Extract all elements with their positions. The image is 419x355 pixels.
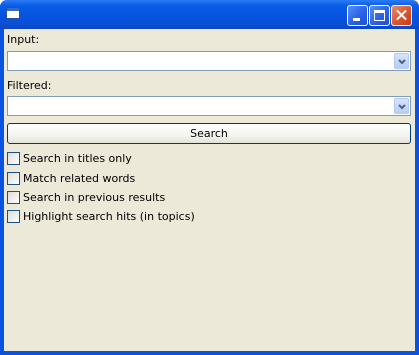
window-icon[interactable] (6, 7, 20, 19)
highlight-hits-checkbox[interactable] (7, 210, 20, 223)
filtered-combobox[interactable] (7, 96, 411, 116)
maximize-icon (374, 10, 385, 21)
close-icon (392, 6, 411, 25)
title-bar[interactable] (0, 0, 419, 29)
search-button[interactable]: Search (7, 123, 411, 144)
related-words-checkbox[interactable] (7, 172, 20, 185)
titles-only-label[interactable]: Search in titles only (23, 152, 132, 165)
chevron-down-icon (398, 104, 406, 110)
input-label: Input: (7, 33, 40, 46)
input-dropdown-button[interactable] (394, 53, 409, 69)
maximize-button[interactable] (369, 5, 390, 26)
filtered-label: Filtered: (7, 79, 52, 92)
titles-only-checkbox[interactable] (7, 152, 20, 165)
filtered-dropdown-button[interactable] (394, 98, 409, 114)
related-words-label[interactable]: Match related words (23, 172, 135, 185)
close-button[interactable] (391, 5, 412, 26)
input-combobox[interactable] (7, 51, 411, 71)
previous-results-label[interactable]: Search in previous results (23, 191, 165, 204)
highlight-hits-label[interactable]: Highlight search hits (in topics) (23, 210, 195, 223)
minimize-icon (353, 18, 360, 21)
help-search-window: Input: Filtered: Search Search in titles… (0, 0, 419, 355)
search-panel: Input: Filtered: Search Search in titles… (4, 29, 415, 351)
chevron-down-icon (398, 59, 406, 65)
minimize-button[interactable] (347, 5, 368, 26)
previous-results-checkbox[interactable] (7, 191, 20, 204)
